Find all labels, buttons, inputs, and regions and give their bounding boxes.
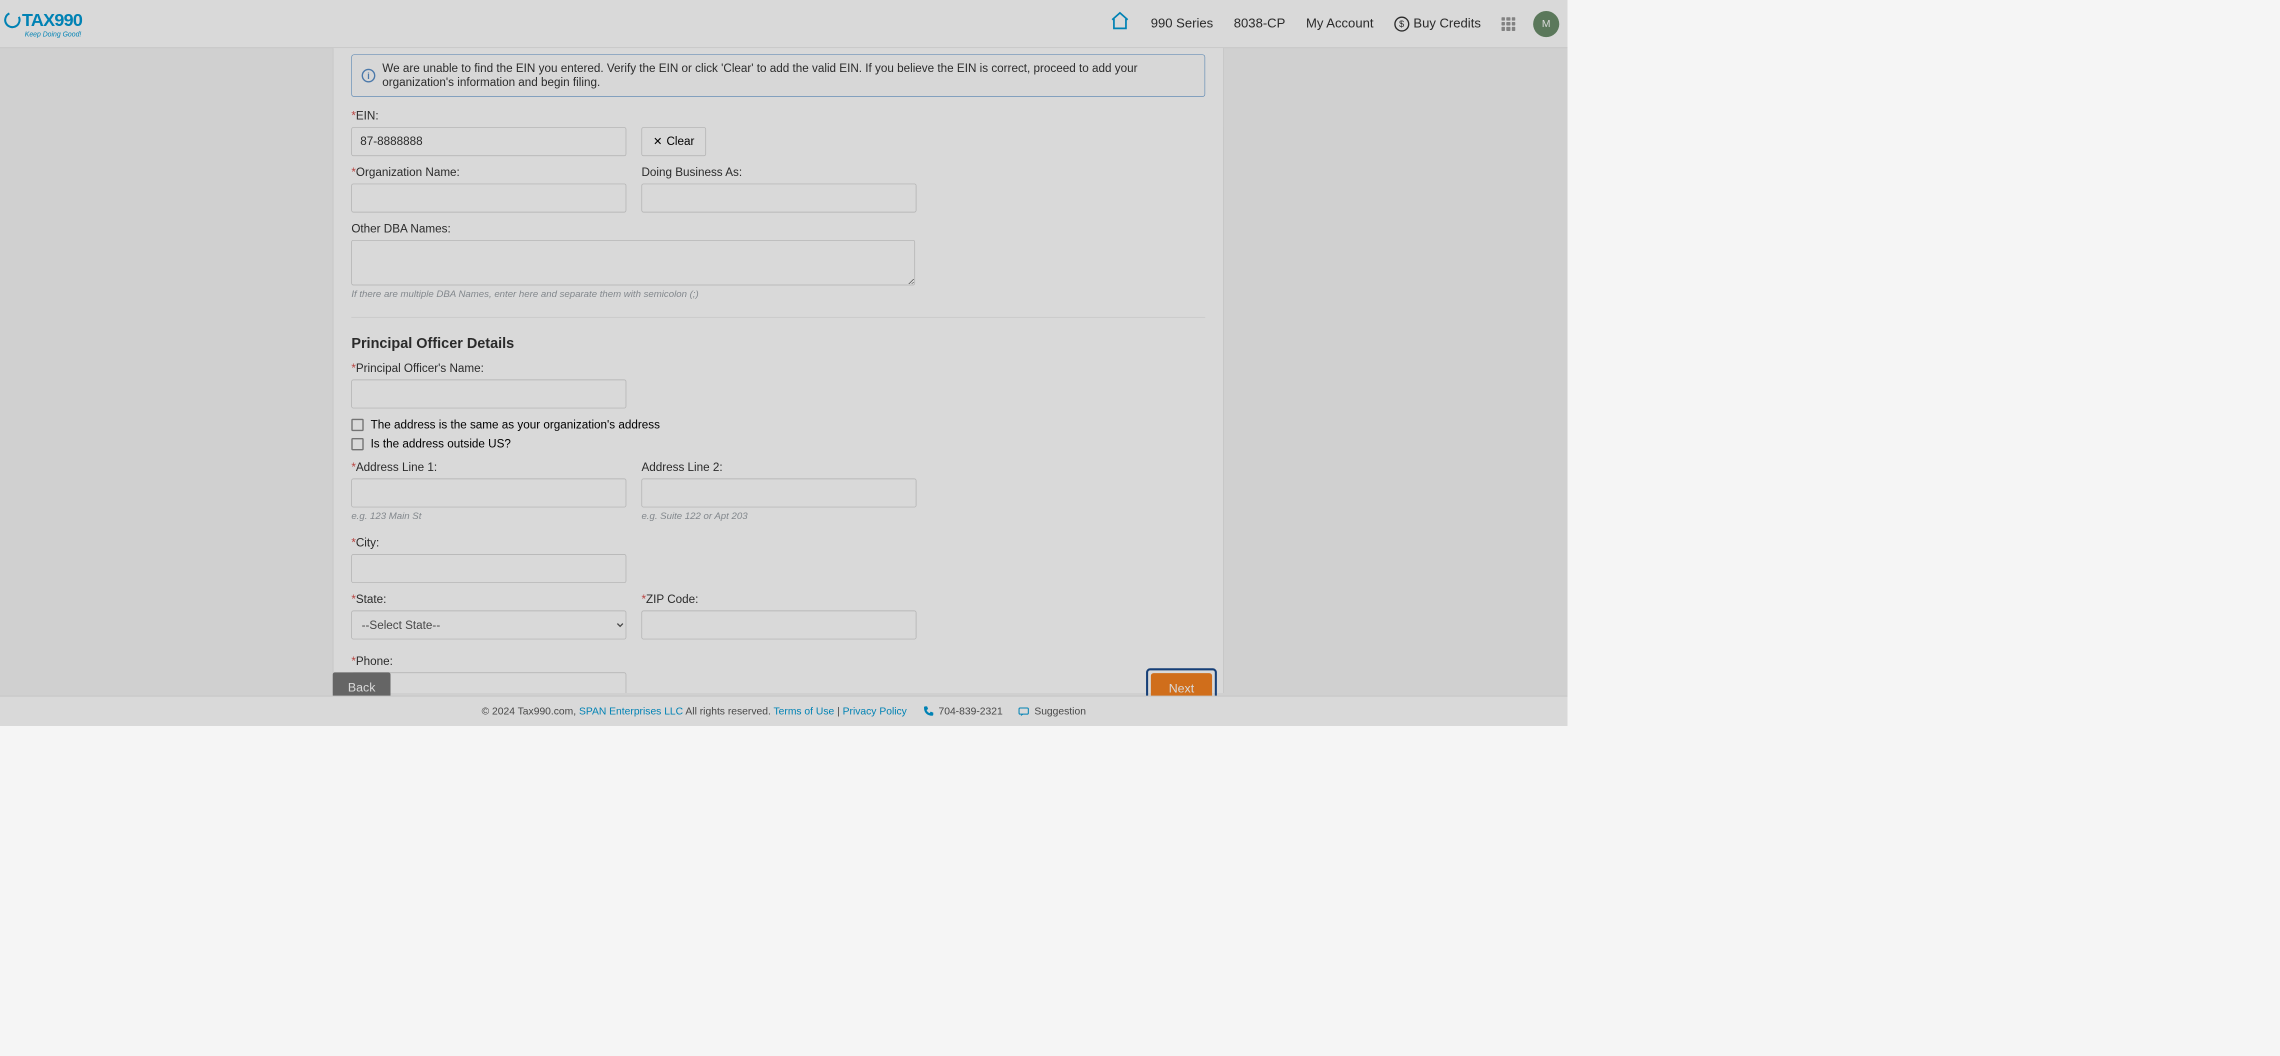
- logo-tagline: Keep Doing Good!: [25, 31, 82, 39]
- city-label: *City:: [351, 536, 626, 550]
- footer-terms-link[interactable]: Terms of Use: [773, 705, 834, 717]
- org-name-label: *Organization Name:: [351, 166, 626, 180]
- page-footer: © 2024 Tax990.com, SPAN Enterprises LLC …: [0, 696, 1568, 726]
- dollar-icon: $: [1394, 16, 1409, 31]
- info-icon: i: [362, 69, 376, 83]
- phone-icon: [922, 705, 934, 717]
- nav-990-series[interactable]: 990 Series: [1148, 1, 1216, 46]
- footer-phone[interactable]: 704-839-2321: [922, 705, 1003, 717]
- same-address-checkbox-row[interactable]: The address is the same as your organiza…: [351, 418, 1205, 432]
- phone-label: *Phone:: [351, 655, 626, 669]
- user-avatar[interactable]: M: [1533, 11, 1559, 37]
- footer-rights: All rights reserved.: [685, 705, 773, 717]
- footer-suggestion[interactable]: Suggestion: [1018, 705, 1086, 717]
- other-dba-label: Other DBA Names:: [351, 222, 915, 236]
- nav-buy-credits[interactable]: $ Buy Credits: [1391, 1, 1483, 46]
- footer-privacy-link[interactable]: Privacy Policy: [843, 705, 907, 717]
- ein-label: *EIN:: [351, 109, 626, 123]
- other-dba-textarea[interactable]: [351, 240, 915, 285]
- alert-text: We are unable to find the EIN you entere…: [382, 62, 1195, 90]
- footer-suggestion-text: Suggestion: [1034, 705, 1086, 717]
- state-label: *State:: [351, 593, 626, 607]
- main-header: TAX990 Keep Doing Good! 990 Series 8038-…: [0, 0, 1568, 48]
- zip-label: *ZIP Code:: [641, 593, 916, 607]
- outside-us-checkbox-row[interactable]: Is the address outside US?: [351, 437, 1205, 451]
- addr2-input[interactable]: [641, 479, 916, 508]
- addr1-hint: e.g. 123 Main St: [351, 510, 626, 521]
- section-divider: [351, 317, 1205, 318]
- page-body: i We are unable to find the EIN you ente…: [0, 48, 1568, 693]
- logo[interactable]: TAX990 Keep Doing Good!: [4, 9, 82, 38]
- addr1-input[interactable]: [351, 479, 626, 508]
- home-icon: [1109, 10, 1130, 31]
- officer-section-title: Principal Officer Details: [351, 336, 1205, 353]
- footer-copyright: © 2024 Tax990.com,: [482, 705, 579, 717]
- footer-phone-text: 704-839-2321: [938, 705, 1002, 717]
- form-card: i We are unable to find the EIN you ente…: [333, 48, 1224, 693]
- city-input[interactable]: [351, 554, 626, 583]
- zip-input[interactable]: [641, 611, 916, 640]
- apps-menu[interactable]: [1499, 2, 1518, 46]
- apps-grid-icon: [1502, 17, 1516, 31]
- buy-credits-label: Buy Credits: [1413, 16, 1481, 31]
- addr2-label: Address Line 2:: [641, 461, 916, 475]
- nav-8038cp[interactable]: 8038-CP: [1231, 1, 1288, 46]
- addr1-label: *Address Line 1:: [351, 461, 626, 475]
- nav-home[interactable]: [1107, 0, 1133, 52]
- suggestion-icon: [1018, 705, 1030, 717]
- outside-us-checkbox[interactable]: [351, 438, 363, 450]
- nav-my-account[interactable]: My Account: [1303, 1, 1376, 46]
- clear-button[interactable]: ✕ Clear: [641, 127, 706, 156]
- officer-name-label: *Principal Officer's Name:: [351, 362, 626, 376]
- ein-input[interactable]: [351, 127, 626, 156]
- dba-input[interactable]: [641, 184, 916, 213]
- same-address-checkbox[interactable]: [351, 419, 363, 431]
- clear-label: Clear: [666, 135, 694, 149]
- other-dba-hint: If there are multiple DBA Names, enter h…: [351, 288, 915, 299]
- state-select[interactable]: --Select State--: [351, 611, 626, 640]
- footer-company-link[interactable]: SPAN Enterprises LLC: [579, 705, 683, 717]
- officer-name-input[interactable]: [351, 380, 626, 409]
- outside-us-label: Is the address outside US?: [371, 437, 511, 451]
- logo-text: TAX990: [22, 9, 82, 30]
- same-address-label: The address is the same as your organiza…: [371, 418, 660, 432]
- logo-mark-icon: [2, 9, 23, 30]
- org-name-input[interactable]: [351, 184, 626, 213]
- top-nav: 990 Series 8038-CP My Account $ Buy Cred…: [1107, 0, 1560, 52]
- ein-alert: i We are unable to find the EIN you ente…: [351, 54, 1205, 97]
- close-icon: ✕: [653, 135, 662, 149]
- dba-label: Doing Business As:: [641, 166, 916, 180]
- addr2-hint: e.g. Suite 122 or Apt 203: [641, 510, 916, 521]
